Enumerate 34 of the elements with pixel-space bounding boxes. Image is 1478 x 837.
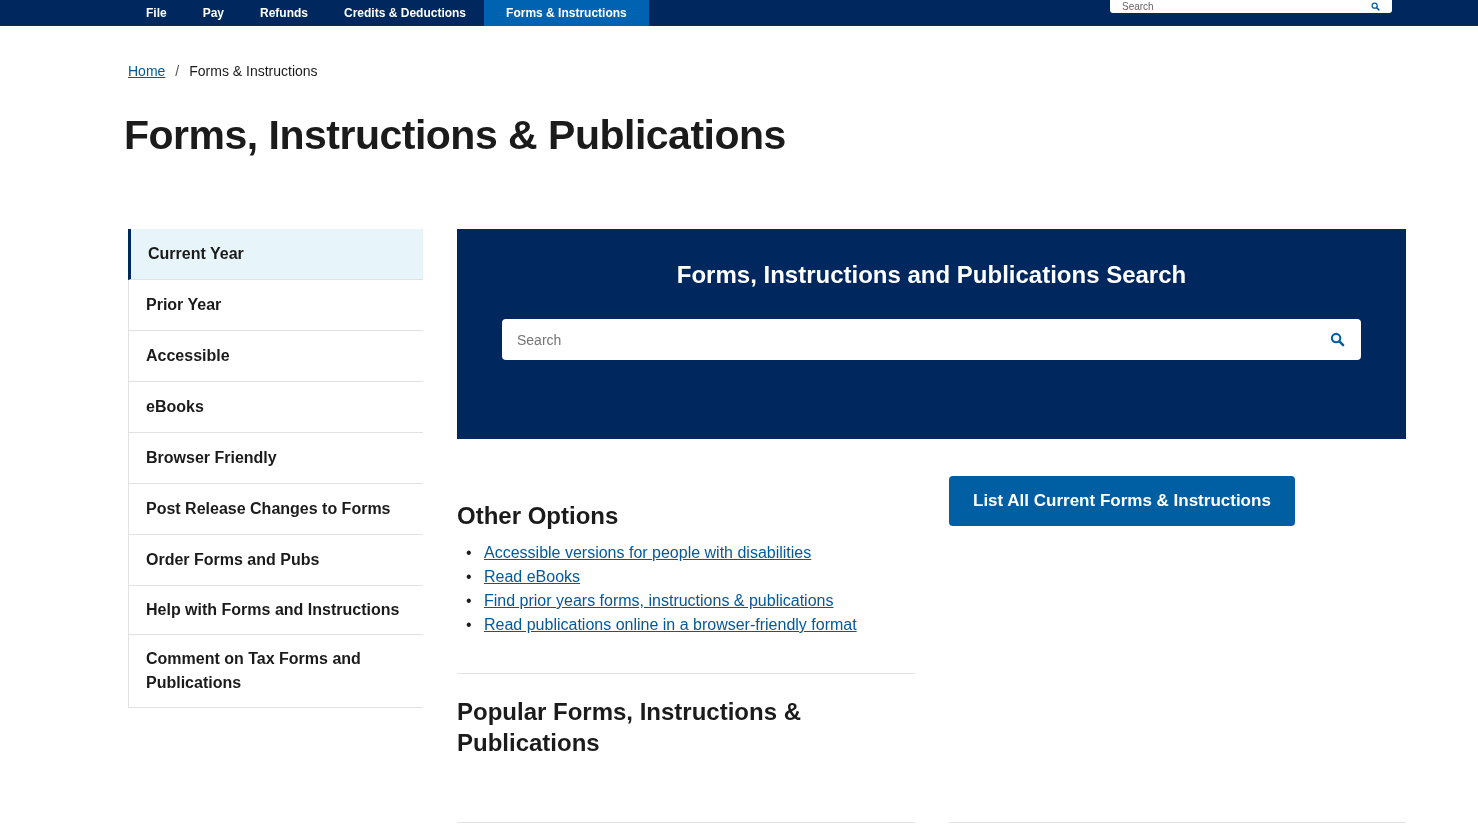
sidebar-item[interactable]: Help with Forms and Instructions	[128, 586, 423, 635]
search-field[interactable]: Search	[1110, 0, 1392, 13]
breadcrumb-link[interactable]: Home	[128, 63, 166, 79]
section-heading: Other Options	[457, 501, 620, 531]
panel-title: Forms, Instructions and Publications Search	[676, 261, 1187, 289]
search-icon[interactable]	[1330, 332, 1345, 347]
option-link[interactable]: Read publications online in a browser-friendly format	[484, 613, 857, 637]
sidebar-item[interactable]: Current Year	[128, 229, 423, 280]
sidebar-item[interactable]: Browser Friendly	[128, 433, 423, 484]
page-title: Forms, Instructions & Publications	[124, 112, 787, 159]
bullet: •	[466, 615, 473, 635]
nav-tab[interactable]: Credits & Deductions	[326, 0, 485, 26]
nav-tab[interactable]: File	[128, 0, 185, 26]
option-link[interactable]: Read eBooks	[484, 565, 581, 589]
bullet: •	[466, 591, 473, 611]
search-icon[interactable]	[1371, 2, 1380, 11]
nav-tab[interactable]: Forms & Instructions	[484, 0, 649, 26]
sidebar-item[interactable]: Prior Year	[128, 280, 423, 331]
sidebar-item[interactable]: Accessible	[128, 331, 423, 382]
bullet: •	[466, 543, 473, 563]
section-heading: Popular Forms, Instructions & Publications	[457, 697, 803, 758]
nav-tab[interactable]: Pay	[184, 0, 243, 26]
sidebar-item[interactable]: Post Release Changes to Forms	[128, 484, 423, 535]
sidebar-item[interactable]: Order Forms and Pubs	[128, 535, 423, 586]
option-link[interactable]: Find prior years forms, instructions & publications	[484, 589, 834, 613]
search-field[interactable]: Search	[502, 319, 1361, 360]
nav-tab[interactable]: Refunds	[242, 0, 327, 26]
bullet: •	[466, 567, 473, 587]
list-forms-button[interactable]: List All Current Forms & Instructions	[949, 476, 1295, 526]
sidebar-item[interactable]: Comment on Tax Forms and Publications	[128, 635, 423, 708]
breadcrumb-current: Forms & Instructions	[189, 63, 318, 79]
breadcrumb-separator: /	[175, 63, 180, 79]
sidebar-item[interactable]: eBooks	[128, 382, 423, 433]
option-link[interactable]: Accessible versions for people with disabilities	[484, 541, 812, 565]
